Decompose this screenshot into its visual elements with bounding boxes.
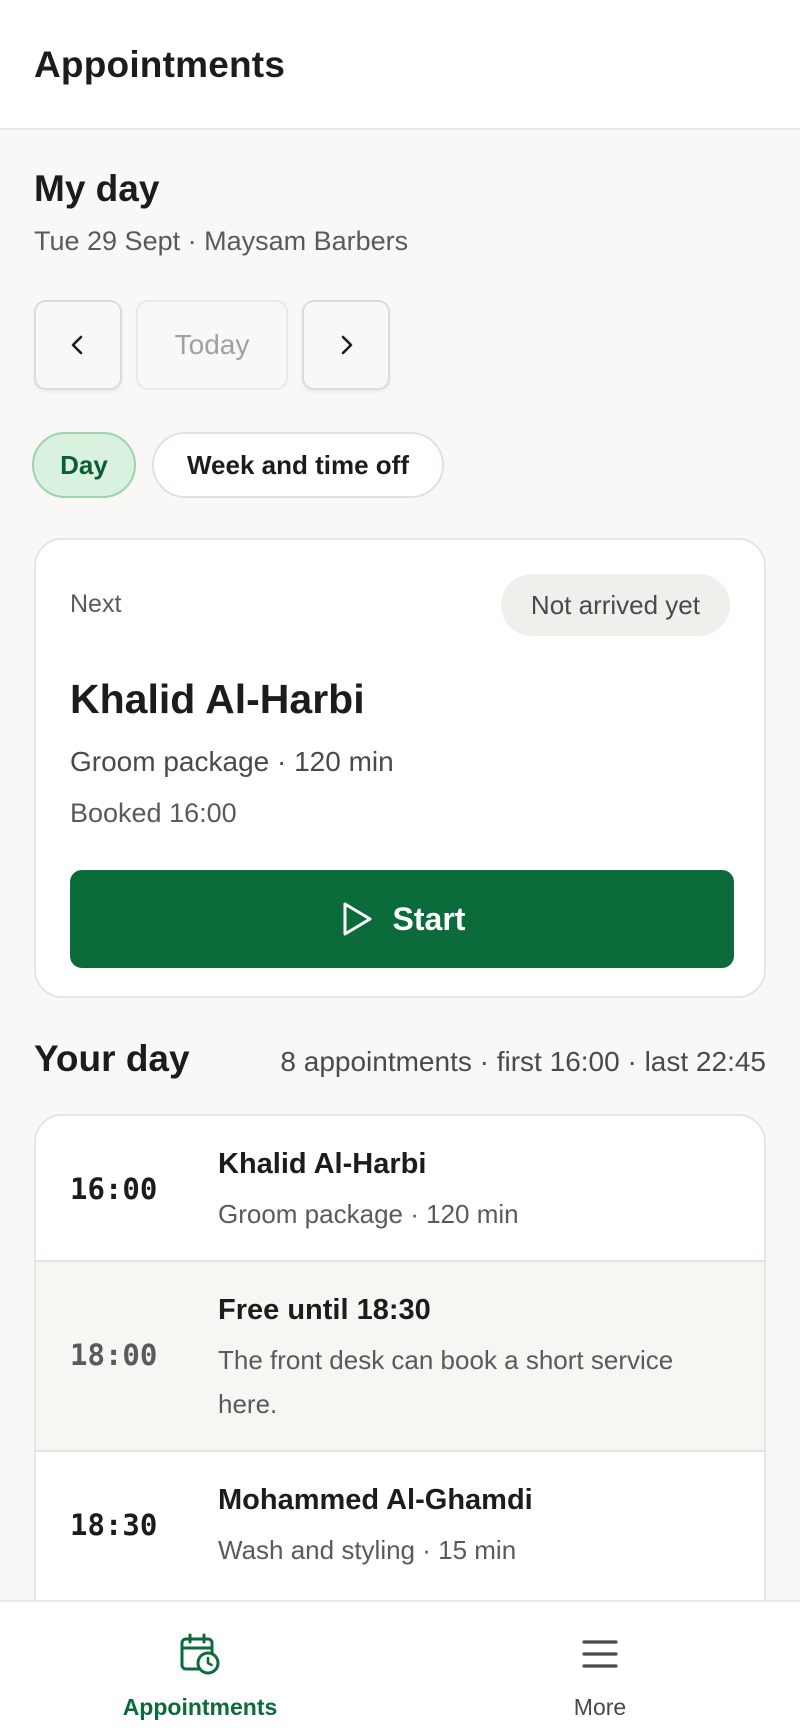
row-time: 16:00 xyxy=(70,1172,158,1206)
tab-week-and-time-off[interactable]: Week and time off xyxy=(152,432,444,498)
your-day-summary: 8 appointments · first 16:00 · last 22:4… xyxy=(280,1046,766,1077)
today-button[interactable]: Today xyxy=(136,300,288,390)
appointment-list: 16:00 Khalid Al-Harbi Groom package · 12… xyxy=(34,1114,766,1634)
free-slot-row[interactable]: 18:00 Free until 18:30 The front desk ca… xyxy=(36,1262,764,1452)
start-button[interactable]: Start xyxy=(70,870,734,968)
chevron-left-icon xyxy=(71,335,83,355)
top-app-bar: Appointments xyxy=(0,0,800,130)
play-icon xyxy=(343,902,372,936)
status-badge: Not arrived yet xyxy=(500,574,730,636)
menu-icon xyxy=(582,1640,618,1668)
nav-more[interactable]: More xyxy=(400,1602,800,1732)
start-button-label: Start xyxy=(392,900,466,937)
row-title: Mohammed Al-Ghamdi xyxy=(218,1484,533,1516)
nav-more-label: More xyxy=(573,1694,627,1720)
date-location-subtitle: Tue 29 Sept · Maysam Barbers xyxy=(34,226,409,256)
next-client-name: Khalid Al-Harbi xyxy=(70,676,365,722)
row-description: Groom package · 120 min xyxy=(218,1199,519,1229)
nav-appointments[interactable]: Appointments xyxy=(0,1602,400,1732)
next-appointment-card: Next Not arrived yet Khalid Al-Harbi Gro… xyxy=(34,538,766,998)
next-day-button[interactable] xyxy=(302,300,390,390)
row-description: Wash and styling · 15 min xyxy=(218,1535,517,1565)
tab-day[interactable]: Day xyxy=(32,432,136,498)
row-time: 18:00 xyxy=(70,1338,158,1372)
row-title: Free until 18:30 xyxy=(218,1294,431,1326)
bottom-navigation: Appointments More xyxy=(0,1600,800,1732)
row-description: The front desk can book a short service … xyxy=(218,1345,674,1419)
nav-appointments-label: Appointments xyxy=(122,1694,278,1720)
calendar-clock-icon xyxy=(180,1633,220,1675)
your-day-title: Your day xyxy=(34,1038,190,1079)
appointment-row[interactable]: 16:00 Khalid Al-Harbi Groom package · 12… xyxy=(36,1116,764,1262)
row-time: 18:30 xyxy=(70,1508,158,1542)
row-title: Khalid Al-Harbi xyxy=(218,1148,427,1180)
next-label: Next xyxy=(70,590,122,618)
next-service: Groom package · 120 min xyxy=(70,746,394,777)
booked-time: Booked 16:00 xyxy=(70,798,237,828)
my-day-title: My day xyxy=(34,168,160,209)
page-title: Appointments xyxy=(34,44,286,85)
chevron-right-icon xyxy=(341,335,353,355)
previous-day-button[interactable] xyxy=(34,300,122,390)
